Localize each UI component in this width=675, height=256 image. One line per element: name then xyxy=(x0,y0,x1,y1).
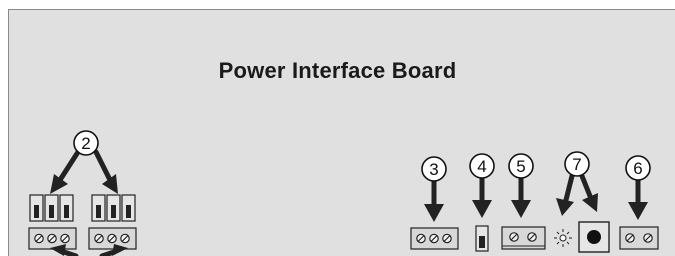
callout-7: 7 xyxy=(556,151,598,216)
terminal-block-icon xyxy=(28,227,77,250)
callout-2: 2 xyxy=(50,130,118,194)
callout-5: 5 xyxy=(508,153,534,218)
callout-4: 4 xyxy=(469,153,495,218)
callout-5-label: 5 xyxy=(516,157,525,176)
terminal-block-icon xyxy=(410,227,459,250)
callout-7-label: 7 xyxy=(572,155,581,174)
board-diagram: 2 3 4 5 7 6 xyxy=(28,130,659,256)
callout-4-label: 4 xyxy=(477,157,486,176)
push-button-icon xyxy=(578,221,610,253)
led-icon xyxy=(554,229,572,247)
terminal-block-icon xyxy=(88,227,137,250)
screw-terminal-icon xyxy=(501,226,546,250)
callout-6-label: 6 xyxy=(633,159,642,178)
callout-3-label: 3 xyxy=(429,160,438,179)
jumper-header-icon xyxy=(91,194,136,222)
callout-3: 3 xyxy=(421,156,447,222)
terminal-block-icon xyxy=(619,226,659,250)
fuse-icon xyxy=(475,225,489,252)
jumper-header-icon xyxy=(29,194,74,222)
callout-6: 6 xyxy=(625,155,651,220)
callout-2-label: 2 xyxy=(81,134,90,153)
